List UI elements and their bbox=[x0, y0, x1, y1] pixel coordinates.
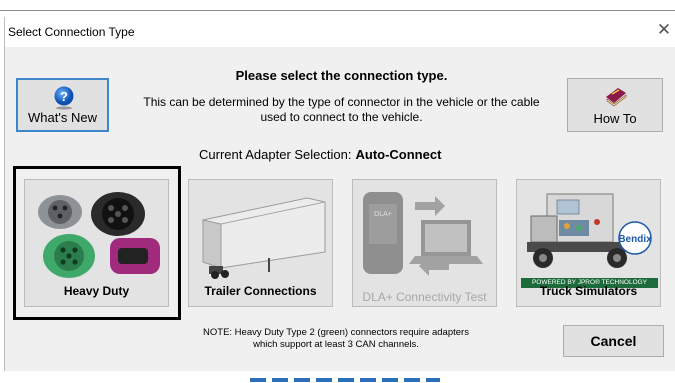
dla-connectivity-test-tile[interactable]: DLA+ DLA+ Connectivity Test bbox=[352, 179, 497, 307]
top-window-edge bbox=[0, 0, 675, 11]
question-help-icon: ? bbox=[54, 86, 74, 110]
truck-simulator-image: Bendix bbox=[527, 193, 652, 268]
dla-adapter-laptop-image: DLA+ bbox=[363, 192, 483, 276]
svg-text:DLA+: DLA+ bbox=[374, 211, 392, 218]
how-to-button[interactable]: How To bbox=[567, 78, 663, 132]
bendix-badge: Bendix bbox=[618, 234, 652, 245]
trailer-connections-label: Trailer Connections bbox=[204, 284, 317, 298]
dialog-titlebar: Select Connection Type ✕ bbox=[5, 17, 675, 47]
book-icon bbox=[606, 88, 627, 107]
whats-new-button[interactable]: ? What's New bbox=[16, 78, 109, 132]
truck-simulators-label: Truck Simulators bbox=[539, 284, 638, 298]
truck-simulators-tile[interactable]: Bendix POWERED BY JPRO® TECHNOLOGY Truck… bbox=[516, 179, 661, 307]
trailer-image bbox=[202, 197, 326, 279]
adapter-value: Auto-Connect bbox=[355, 147, 442, 162]
current-adapter-selection: Current Adapter Selection: Auto-Connect bbox=[199, 147, 441, 162]
heavy-duty-tile[interactable]: Heavy Duty bbox=[24, 179, 169, 307]
instruction-description: This can be determined by the type of co… bbox=[143, 95, 540, 124]
heavy-duty-label: Heavy Duty bbox=[63, 284, 130, 298]
svg-text:?: ? bbox=[60, 89, 68, 104]
instruction-heading: Please select the connection type. bbox=[235, 68, 448, 83]
note-text: NOTE: Heavy Duty Type 2 (green) connecto… bbox=[203, 327, 469, 350]
dla-connectivity-test-label: DLA+ Connectivity Test bbox=[362, 290, 487, 304]
adapter-label: Current Adapter Selection: bbox=[199, 147, 352, 162]
whats-new-label: What's New bbox=[28, 110, 97, 125]
trailer-connections-tile[interactable]: Trailer Connections bbox=[188, 179, 333, 307]
select-connection-dialog: Select Connection Type ✕ ? What's New Pl… bbox=[4, 17, 675, 371]
dialog-title: Select Connection Type bbox=[8, 25, 135, 39]
connector-cables-image bbox=[38, 192, 160, 278]
how-to-label: How To bbox=[593, 111, 637, 126]
background-progress-dashes bbox=[250, 378, 440, 382]
cancel-button[interactable]: Cancel bbox=[563, 325, 664, 357]
close-icon[interactable]: ✕ bbox=[654, 20, 674, 40]
